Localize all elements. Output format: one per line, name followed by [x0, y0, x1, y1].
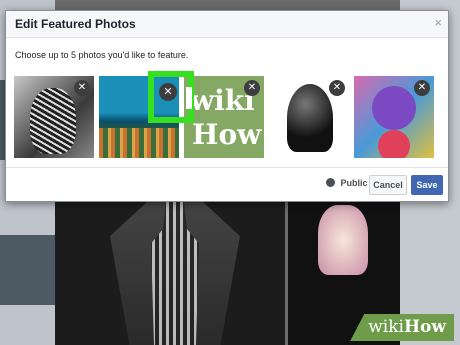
cancel-button[interactable]: Cancel — [369, 175, 407, 195]
portrait-sketch — [30, 88, 76, 154]
remove-photo-icon[interactable]: ✕ — [414, 80, 430, 96]
wikihow-watermark: wikiHow — [350, 314, 454, 341]
watermark-wiki: wiki — [368, 317, 404, 337]
coral-reef — [99, 128, 179, 158]
dialog-title: Edit Featured Photos — [15, 17, 136, 31]
dialog-footer: Public Cancel Save — [6, 167, 448, 201]
featured-photo-3[interactable]: wiki How ✕ — [184, 76, 264, 158]
edit-featured-photos-dialog: Edit Featured Photos × Choose up to 5 ph… — [5, 10, 449, 202]
privacy-label: Public — [340, 178, 368, 188]
remove-photo-icon[interactable]: ✕ — [244, 80, 260, 96]
logo-text-bottom: How — [192, 118, 262, 151]
save-button[interactable]: Save — [411, 175, 443, 195]
featured-photo-strip: ✕ wiki How ✕ ✕ ✕ — [14, 76, 439, 158]
remove-photo-icon[interactable]: ✕ — [74, 80, 90, 96]
background-toy — [318, 205, 368, 275]
featured-photo-1[interactable]: ✕ — [14, 76, 94, 158]
dialog-instructions: Choose up to 5 photos you'd like to feat… — [15, 50, 189, 60]
anime-doll — [372, 86, 416, 130]
privacy-selector[interactable]: Public — [326, 178, 368, 188]
highlight-marker — [186, 87, 192, 109]
highlight-box: ✕ — [148, 71, 194, 123]
featured-photo-4[interactable]: ✕ — [269, 76, 349, 158]
close-icon[interactable]: × — [434, 15, 442, 30]
dialog-header: Edit Featured Photos × — [6, 11, 448, 38]
vader-helmet — [287, 84, 333, 152]
remove-photo-icon[interactable]: ✕ — [159, 83, 177, 101]
featured-photo-5[interactable]: ✕ — [354, 76, 434, 158]
globe-icon — [326, 178, 335, 187]
watermark-how: How — [403, 317, 446, 337]
remove-photo-icon[interactable]: ✕ — [329, 80, 345, 96]
background-photo — [0, 235, 55, 305]
